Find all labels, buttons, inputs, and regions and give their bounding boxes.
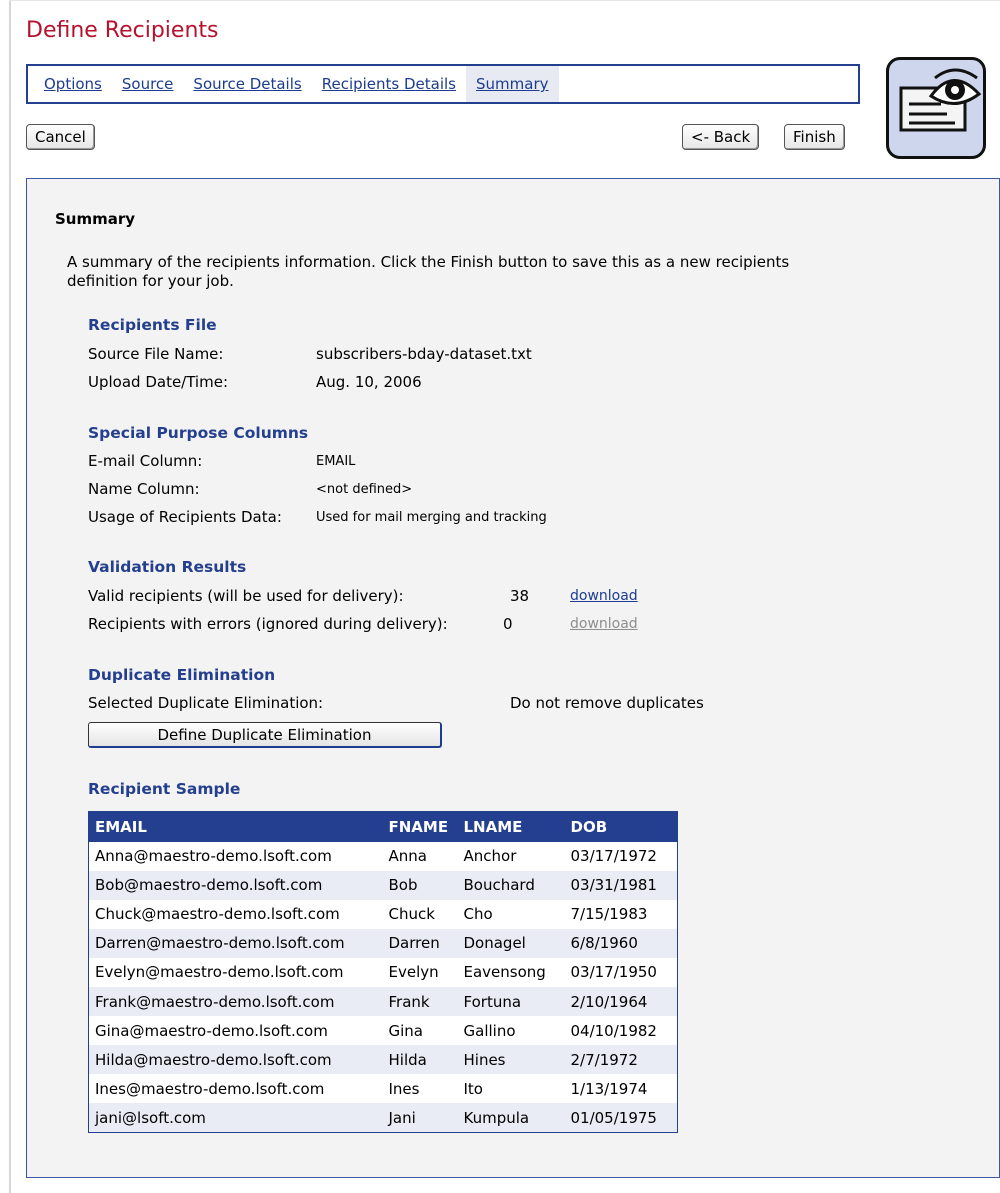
valid-recipients-label: Valid recipients (will be used for deliv… bbox=[88, 587, 404, 605]
cell-lname: Kumpula bbox=[457, 1103, 565, 1133]
tab-options[interactable]: Options bbox=[34, 66, 112, 102]
cell-fname: Anna bbox=[388, 847, 427, 866]
cell-dob: 7/15/1983 bbox=[570, 905, 648, 924]
cell-dob: 03/17/1950 bbox=[570, 963, 657, 982]
tab-recipients-details[interactable]: Recipients Details bbox=[312, 66, 466, 102]
name-column-value: <not defined> bbox=[316, 482, 413, 497]
upload-date-label: Upload Date/Time: bbox=[88, 373, 228, 391]
cell-lname: Donagel bbox=[457, 928, 565, 958]
cancel-button[interactable]: Cancel bbox=[26, 124, 95, 150]
cell-fname: Gina bbox=[388, 1021, 424, 1040]
cell-fname: Evelyn bbox=[388, 963, 439, 982]
table-row: Bob@maestro-demo.lsoft.com Bob Bouchard … bbox=[88, 870, 678, 900]
recipient-sample-heading: Recipient Sample bbox=[88, 780, 241, 798]
table-row: Ines@maestro-demo.lsoft.com Ines Ito 1/1… bbox=[89, 1074, 678, 1103]
cell-email: Anna@maestro-demo.lsoft.com bbox=[95, 847, 332, 866]
tab-source[interactable]: Source bbox=[112, 66, 184, 102]
summary-title: Summary bbox=[55, 210, 136, 228]
cell-dob: 2/10/1964 bbox=[564, 986, 678, 1017]
email-column-label: E-mail Column: bbox=[88, 452, 203, 470]
back-button[interactable]: <- Back bbox=[682, 124, 760, 150]
usage-label: Usage of Recipients Data: bbox=[88, 508, 282, 526]
email-column-value: EMAIL bbox=[316, 454, 356, 469]
cell-dob: 03/31/1981 bbox=[564, 870, 678, 900]
cell-email: Evelyn@maestro-demo.lsoft.com bbox=[95, 963, 344, 982]
table-row: jani@lsoft.com Jani Kumpula 01/05/1975 bbox=[88, 1103, 678, 1133]
cell-lname: Cho bbox=[463, 905, 493, 924]
window-left-edge bbox=[9, 0, 11, 1193]
cell-lname: Bouchard bbox=[457, 870, 565, 900]
recipients-file-heading: Recipients File bbox=[88, 316, 217, 334]
table-row: Gina@maestro-demo.lsoft.com Gina Gallino… bbox=[89, 1016, 678, 1045]
table-row: Anna@maestro-demo.lsoft.com Anna Anchor … bbox=[89, 842, 678, 871]
column-header-lname: LNAME bbox=[457, 811, 565, 842]
cell-email: Darren@maestro-demo.lsoft.com bbox=[88, 928, 383, 958]
cell-fname: Ines bbox=[388, 1079, 420, 1098]
duplicate-elimination-heading: Duplicate Elimination bbox=[88, 666, 276, 684]
duplicate-elimination-value: Do not remove duplicates bbox=[510, 694, 704, 712]
cell-lname: Fortuna bbox=[457, 986, 565, 1017]
cell-email: Hilda@maestro-demo.lsoft.com bbox=[88, 1045, 383, 1075]
column-header-fname: FNAME bbox=[382, 811, 458, 842]
table-row: Hilda@maestro-demo.lsoft.com Hilda Hines… bbox=[88, 1045, 678, 1075]
define-duplicate-elimination-button[interactable]: Define Duplicate Elimination bbox=[88, 722, 442, 748]
cell-dob: 2/7/1972 bbox=[564, 1045, 678, 1075]
table-row: Evelyn@maestro-demo.lsoft.com Evelyn Eav… bbox=[89, 958, 678, 987]
error-recipients-count: 0 bbox=[503, 615, 513, 633]
cell-email: Ines@maestro-demo.lsoft.com bbox=[95, 1079, 325, 1098]
duplicate-elimination-label: Selected Duplicate Elimination: bbox=[88, 694, 324, 712]
cell-email: Gina@maestro-demo.lsoft.com bbox=[95, 1021, 328, 1040]
cell-email: Bob@maestro-demo.lsoft.com bbox=[88, 870, 383, 900]
cell-fname: Frank bbox=[382, 986, 458, 1017]
table-row: Chuck@maestro-demo.lsoft.com Chuck Cho 7… bbox=[89, 900, 678, 929]
cell-dob: 6/8/1960 bbox=[564, 928, 678, 958]
cell-lname: Ito bbox=[463, 1079, 483, 1098]
cell-dob: 03/17/1972 bbox=[570, 847, 657, 866]
cell-dob: 01/05/1975 bbox=[564, 1103, 678, 1133]
error-recipients-label: Recipients with errors (ignored during d… bbox=[88, 615, 448, 633]
wizard-tabs: Options Source Source Details Recipients… bbox=[26, 64, 860, 104]
cell-fname: Chuck bbox=[388, 905, 435, 924]
usage-value: Used for mail merging and tracking bbox=[316, 510, 547, 525]
page-title: Define Recipients bbox=[26, 18, 219, 43]
special-columns-heading: Special Purpose Columns bbox=[88, 424, 309, 442]
finish-button[interactable]: Finish bbox=[784, 124, 845, 150]
cell-dob: 04/10/1982 bbox=[570, 1021, 657, 1040]
summary-description-line-1: A summary of the recipients information.… bbox=[67, 253, 790, 271]
valid-recipients-count: 38 bbox=[510, 587, 530, 605]
column-header-email: EMAIL bbox=[88, 811, 383, 842]
cell-lname: Hines bbox=[457, 1045, 565, 1075]
error-recipients-download-link: download bbox=[570, 616, 638, 632]
cell-fname: Hilda bbox=[382, 1045, 458, 1075]
cell-fname: Bob bbox=[382, 870, 458, 900]
upload-date-value: Aug. 10, 2006 bbox=[316, 373, 422, 391]
recipient-sample-table: EMAIL FNAME LNAME DOB Anna@maestro-demo.… bbox=[88, 811, 678, 1133]
cell-fname: Darren bbox=[382, 928, 458, 958]
source-file-label: Source File Name: bbox=[88, 345, 224, 363]
summary-description-line-2: definition for your job. bbox=[67, 272, 234, 290]
cell-fname: Jani bbox=[382, 1103, 458, 1133]
cell-email: Chuck@maestro-demo.lsoft.com bbox=[95, 905, 340, 924]
cell-lname: Anchor bbox=[463, 847, 517, 866]
cell-email: Frank@maestro-demo.lsoft.com bbox=[88, 986, 383, 1017]
cell-email: jani@lsoft.com bbox=[88, 1103, 383, 1133]
tab-source-details[interactable]: Source Details bbox=[183, 66, 311, 102]
window-top-edge bbox=[9, 0, 1000, 10]
cell-lname: Gallino bbox=[463, 1021, 516, 1040]
table-row: Darren@maestro-demo.lsoft.com Darren Don… bbox=[88, 928, 678, 958]
cell-lname: Eavensong bbox=[463, 963, 546, 982]
table-row: Frank@maestro-demo.lsoft.com Frank Fortu… bbox=[88, 986, 678, 1017]
name-column-label: Name Column: bbox=[88, 480, 200, 498]
validation-heading: Validation Results bbox=[88, 558, 247, 576]
eye-document-icon bbox=[886, 57, 986, 159]
valid-recipients-download-link[interactable]: download bbox=[570, 588, 638, 604]
tab-summary[interactable]: Summary bbox=[466, 66, 559, 102]
column-header-dob: DOB bbox=[564, 811, 678, 842]
source-file-value: subscribers-bday-dataset.txt bbox=[316, 345, 532, 363]
table-header-row: EMAIL FNAME LNAME DOB bbox=[88, 811, 678, 842]
cell-dob: 1/13/1974 bbox=[570, 1079, 648, 1098]
